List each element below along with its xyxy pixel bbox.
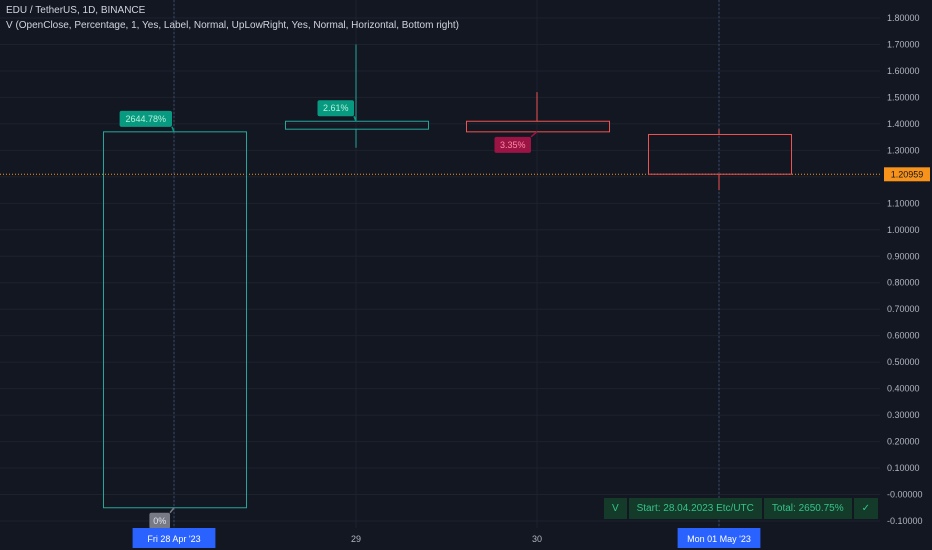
summary-prefix: V <box>603 498 627 519</box>
y-tick-label: -0.00000 <box>887 490 923 500</box>
label-pointer <box>169 507 175 514</box>
y-tick-label: 0.10000 <box>887 463 920 473</box>
candle-body <box>466 120 610 133</box>
y-tick-label: 1.70000 <box>887 39 920 49</box>
pct-label: 2644.78% <box>126 114 167 124</box>
x-tick-label: Fri 28 Apr '23 <box>147 534 200 544</box>
y-tick-label: -0.10000 <box>887 516 923 526</box>
y-tick-label: 1.50000 <box>887 92 920 102</box>
y-tick-label: 0.70000 <box>887 304 920 314</box>
summary-panel: V Start: 28.04.2023 Etc/UTC Total: 2650.… <box>603 498 878 519</box>
candle-body <box>648 133 792 175</box>
check-icon: ✓ <box>853 498 878 519</box>
symbol-title: EDU / TetherUS, 1D, BINANCE <box>6 5 146 16</box>
y-tick-label: 0.40000 <box>887 384 920 394</box>
x-tick-label: 30 <box>532 534 542 544</box>
y-tick-label: 1.80000 <box>887 13 920 23</box>
y-tick-label: 0.60000 <box>887 331 920 341</box>
y-tick-label: 0.80000 <box>887 278 920 288</box>
pct-label: 3.35% <box>500 140 526 150</box>
pct-label: 0% <box>153 516 166 526</box>
y-tick-label: 1.30000 <box>887 145 920 155</box>
label-pointer <box>530 131 538 138</box>
price-chart[interactable]: 2644.78% 0% 2.61% 3.35% 1.80000 1.70000 1.6000… <box>0 0 932 550</box>
y-tick-label: 0.30000 <box>887 410 920 420</box>
pct-label: 2.61% <box>323 103 349 113</box>
y-tick-label: 0.50000 <box>887 357 920 367</box>
candle-body <box>103 131 247 509</box>
y-tick-label: 0.90000 <box>887 251 920 261</box>
current-price-label: 1.20959 <box>891 169 924 179</box>
y-tick-label: 0.20000 <box>887 437 920 447</box>
y-tick-label: 1.60000 <box>887 66 920 76</box>
indicator-title[interactable]: V (OpenClose, Percentage, 1, Yes, Label,… <box>6 20 459 31</box>
y-tick-label: 1.40000 <box>887 119 920 129</box>
x-tick-label: 29 <box>351 534 361 544</box>
x-tick-label: Mon 01 May '23 <box>687 534 751 544</box>
y-tick-label: 1.00000 <box>887 225 920 235</box>
summary-total: Total: 2650.75% <box>763 498 852 519</box>
candle-body <box>285 120 429 130</box>
summary-start: Start: 28.04.2023 Etc/UTC <box>628 498 762 519</box>
y-tick-label: 1.10000 <box>887 198 920 208</box>
